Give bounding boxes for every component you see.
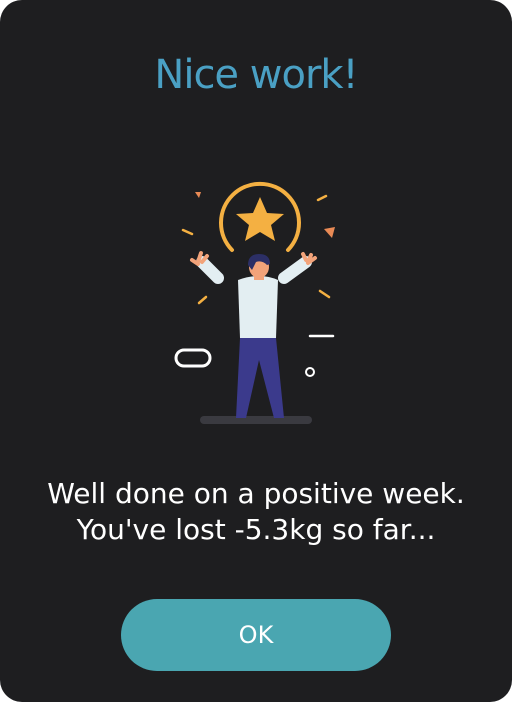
- confetti-circle-icon: [305, 367, 315, 377]
- confetti-dash-icon: [181, 228, 194, 236]
- confetti-triangle-icon: [324, 227, 335, 238]
- confetti-dash-icon: [197, 295, 208, 305]
- ok-button[interactable]: OK: [121, 599, 391, 671]
- confetti-dash-icon: [316, 194, 328, 202]
- progress-message: Well done on a positive week. You've los…: [47, 477, 465, 546]
- star-icon: [236, 197, 284, 241]
- celebration-illustration: [174, 181, 335, 424]
- person-icon: [190, 251, 317, 418]
- ground-shadow: [200, 416, 312, 424]
- dialog-title: Nice work!: [154, 52, 358, 98]
- confetti-dash-icon: [318, 289, 331, 299]
- congratulations-dialog: Nice work! Well done on a positive week.…: [0, 0, 512, 702]
- confetti-capsule-icon: [174, 348, 212, 368]
- confetti-triangle-icon: [195, 192, 201, 198]
